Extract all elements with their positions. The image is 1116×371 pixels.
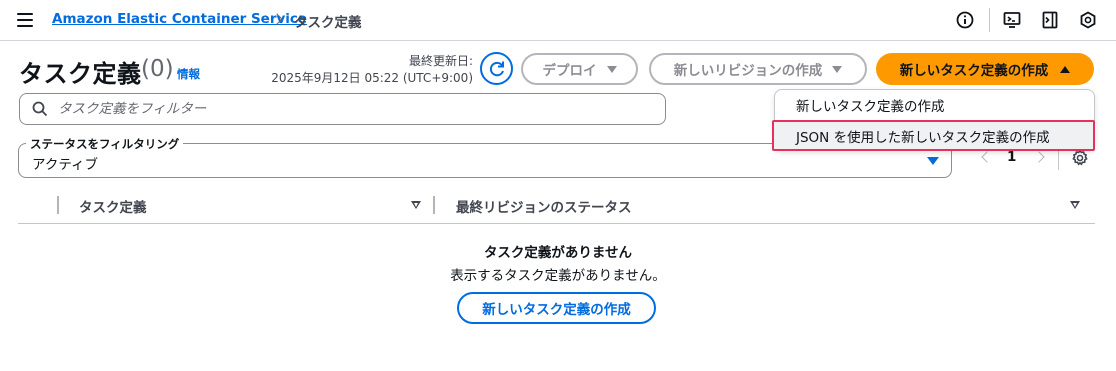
empty-create-task-definition-button[interactable]: 新しいタスク定義の作成 xyxy=(457,292,656,324)
refresh-icon xyxy=(489,61,504,76)
table-divider xyxy=(18,223,1095,224)
column-divider xyxy=(433,196,435,214)
refresh-button[interactable] xyxy=(480,52,513,85)
menu-item-create-task-definition-json[interactable]: JSON を使用した新しいタスク定義の作成 xyxy=(772,120,1095,151)
caret-up-icon xyxy=(1060,65,1071,73)
search-input[interactable] xyxy=(56,94,656,123)
chevron-right-icon[interactable] xyxy=(1033,151,1045,163)
create-dropdown-menu: 新しいタスク定義の作成 JSON を使用した新しいタスク定義の作成 xyxy=(772,89,1096,151)
screen-icon[interactable] xyxy=(1002,10,1022,30)
new-revision-label: 新しいリビジョンの作成 xyxy=(673,63,823,79)
chevron-left-icon[interactable] xyxy=(981,151,993,163)
caret-down-icon xyxy=(832,65,843,73)
info-icon[interactable] xyxy=(955,10,975,30)
empty-state-title: タスク定義がありません xyxy=(483,245,633,261)
column-header-latest-revision-status[interactable]: 最終リビジョンのステータス xyxy=(456,196,632,216)
status-filter-label: ステータスをフィルタリング xyxy=(26,136,184,152)
page-count: (0) xyxy=(141,56,174,82)
divider xyxy=(989,8,990,32)
column-header-task-definition[interactable]: タスク定義 xyxy=(79,196,147,216)
top-navigation: Amazon Elastic Container Service タスク定義 xyxy=(0,0,1116,41)
create-task-definition-label: 新しいタスク定義の作成 xyxy=(899,63,1049,79)
last-updated-label: 最終更新日: xyxy=(408,54,473,68)
caret-down-icon xyxy=(927,157,939,165)
status-filter-value: アクティブ xyxy=(32,157,99,173)
sort-icon[interactable] xyxy=(1070,201,1080,209)
deploy-label: デプロイ xyxy=(542,63,597,79)
breadcrumb-service-link[interactable]: Amazon Elastic Container Service xyxy=(52,11,307,27)
empty-state-description: 表示するタスク定義がありません。 xyxy=(450,268,666,284)
deploy-button[interactable]: デプロイ xyxy=(521,53,638,85)
menu-item-create-task-definition[interactable]: 新しいタスク定義の作成 xyxy=(775,90,1096,119)
breadcrumb-current: タスク定義 xyxy=(294,15,362,31)
new-revision-button[interactable]: 新しいリビジョンの作成 xyxy=(649,53,867,85)
column-divider xyxy=(57,196,59,214)
caret-down-icon xyxy=(606,65,617,73)
create-task-definition-button[interactable]: 新しいタスク定義の作成 xyxy=(876,53,1094,85)
sort-icon[interactable] xyxy=(411,201,421,209)
search-box xyxy=(19,93,666,125)
panel-icon[interactable] xyxy=(1040,10,1060,30)
gear-icon[interactable] xyxy=(1071,149,1089,167)
menu-icon[interactable] xyxy=(17,13,33,27)
page-number[interactable]: 1 xyxy=(1007,149,1016,165)
info-link[interactable]: 情報 xyxy=(177,66,200,82)
last-updated-time: 2025年9月12日 05:22 (UTC+9:00) xyxy=(271,71,473,85)
hexagon-icon[interactable] xyxy=(1078,10,1098,30)
search-icon xyxy=(32,101,48,117)
page-title: タスク定義 xyxy=(19,60,142,88)
